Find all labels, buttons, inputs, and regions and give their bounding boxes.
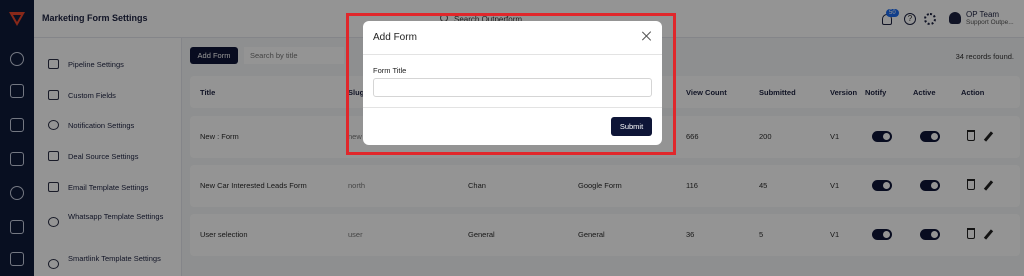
form-title-label: Form Title	[373, 66, 407, 75]
form-title-input[interactable]	[373, 78, 652, 97]
divider	[363, 107, 662, 108]
add-form-dialog: Add Form Form Title Submit	[363, 21, 662, 145]
dialog-title: Add Form	[373, 32, 417, 43]
submit-button[interactable]: Submit	[611, 117, 652, 136]
divider	[363, 54, 662, 55]
close-icon[interactable]	[642, 31, 652, 41]
